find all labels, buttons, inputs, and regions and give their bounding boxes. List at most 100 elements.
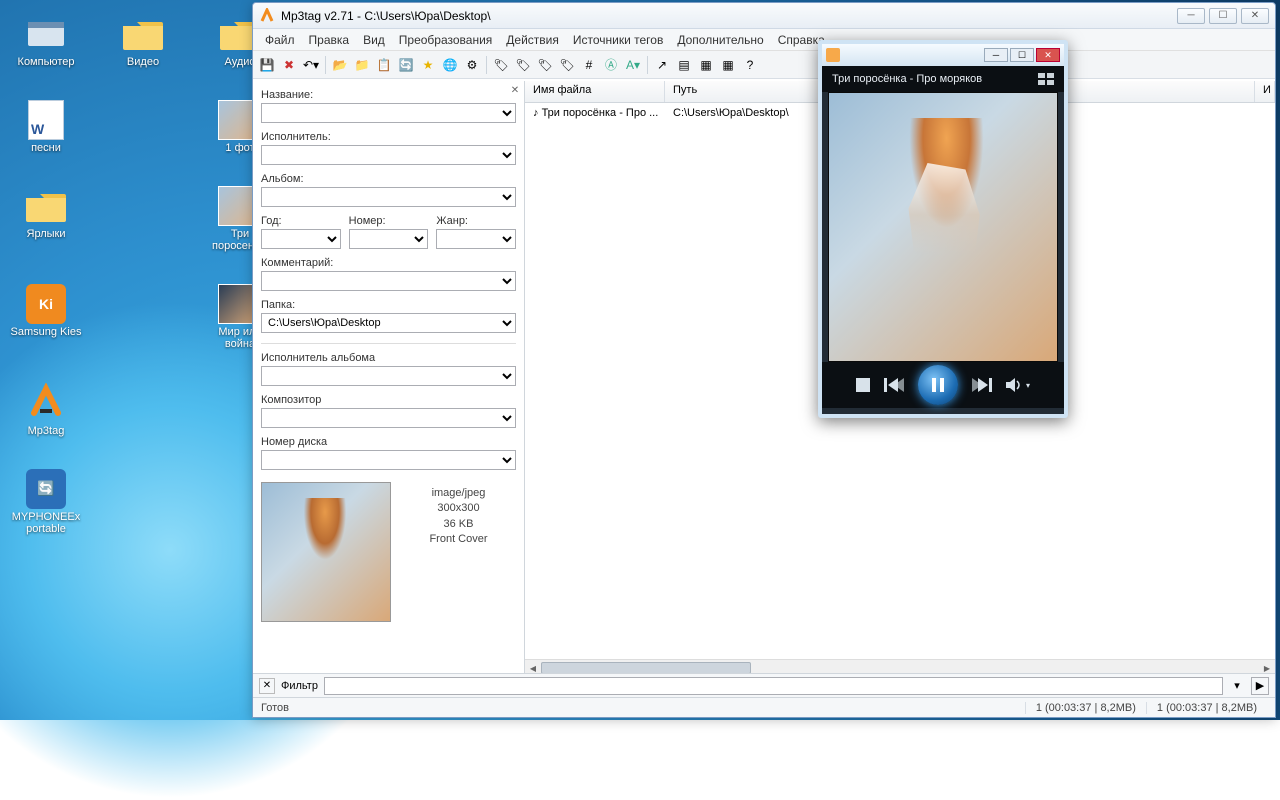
field-album-label: Альбом: xyxy=(261,173,516,185)
tb-file2tag-icon[interactable]: 🏷 xyxy=(513,55,533,75)
tb-text2tag-icon[interactable]: 🏷 xyxy=(557,55,577,75)
player-close-button[interactable]: ✕ xyxy=(1036,48,1060,62)
player-minimize-button[interactable]: ─ xyxy=(984,48,1008,62)
tb-undo-icon[interactable]: ↶▾ xyxy=(301,55,321,75)
player-stop-button[interactable] xyxy=(856,378,870,392)
tb-addfolder-icon[interactable]: 📁 xyxy=(352,55,372,75)
field-genre-input[interactable] xyxy=(436,229,516,249)
tb-openfolder-icon[interactable]: 📂 xyxy=(330,55,350,75)
media-player-window[interactable]: ─ ☐ ✕ Три поросёнка - Про моряков ▾ xyxy=(818,40,1068,418)
mp3tag-window: Mp3tag v2.71 - C:\Users\Юра\Desktop\ ─ ☐… xyxy=(252,2,1276,718)
filter-go-icon[interactable]: ▶ xyxy=(1251,677,1269,695)
music-note-icon: ♪ xyxy=(533,107,542,119)
desktop-icon-computer[interactable]: Компьютер xyxy=(10,14,82,68)
field-artist-label: Исполнитель: xyxy=(261,131,516,143)
filter-dropdown-icon[interactable]: ▾ xyxy=(1229,679,1245,692)
cover-meta: image/jpeg 300x300 36 KB Front Cover xyxy=(401,482,516,622)
tb-export-icon[interactable]: ↗ xyxy=(652,55,672,75)
tb-quickaction-icon[interactable]: A▾ xyxy=(623,55,643,75)
window-title: Mp3tag v2.71 - C:\Users\Юра\Desktop\ xyxy=(281,9,491,23)
status-ready: Готов xyxy=(261,702,289,714)
menu-tagsources[interactable]: Источники тегов xyxy=(567,31,669,49)
player-volume-button[interactable]: ▾ xyxy=(1006,378,1030,392)
filter-label: Фильтр xyxy=(281,680,318,692)
tb-playlist2-icon[interactable]: ▤ xyxy=(674,55,694,75)
tb-help-icon[interactable]: ? xyxy=(740,55,760,75)
field-track-label: Номер: xyxy=(349,215,429,227)
field-folder-input[interactable]: C:\Users\Юра\Desktop xyxy=(261,313,516,333)
player-titlebar[interactable]: ─ ☐ ✕ xyxy=(822,44,1064,66)
tag-panel: ✕ Название: Исполнитель: Альбом: Год: Но… xyxy=(253,81,525,675)
tb-refresh-icon[interactable]: 🔄 xyxy=(396,55,416,75)
menu-convert[interactable]: Преобразования xyxy=(393,31,499,49)
tb-save-icon[interactable]: 💾 xyxy=(257,55,277,75)
tb-copy-icon[interactable]: ▦ xyxy=(696,55,716,75)
field-folder-label: Папка: xyxy=(261,299,516,311)
field-genre-label: Жанр: xyxy=(436,215,516,227)
tb-tag2file-icon[interactable]: 🏷 xyxy=(491,55,511,75)
tb-favorite-icon[interactable]: ★ xyxy=(418,55,438,75)
label: Mp3tag xyxy=(28,425,65,437)
player-view-switch-icon[interactable] xyxy=(1038,73,1054,85)
field-title-input[interactable] xyxy=(261,103,516,123)
field-comment-label: Комментарий: xyxy=(261,257,516,269)
app-icon xyxy=(259,8,275,24)
menu-extras[interactable]: Дополнительно xyxy=(671,31,769,49)
titlebar[interactable]: Mp3tag v2.71 - C:\Users\Юра\Desktop\ ─ ☐… xyxy=(253,3,1275,29)
menu-edit[interactable]: Правка xyxy=(303,31,356,49)
col-i[interactable]: И xyxy=(1255,81,1275,102)
field-comment-input[interactable] xyxy=(261,271,516,291)
field-track-input[interactable] xyxy=(349,229,429,249)
field-albumartist-label: Исполнитель альбома xyxy=(261,352,516,364)
desktop-icon-video[interactable]: Видео xyxy=(107,14,179,68)
field-disc-label: Номер диска xyxy=(261,436,516,448)
filter-clear-icon[interactable]: ✕ xyxy=(259,678,275,694)
field-albumartist-input[interactable] xyxy=(261,366,516,386)
minimize-button[interactable]: ─ xyxy=(1177,8,1205,24)
desktop-icon-myphoneex[interactable]: 🔄MYPHONEEx portable xyxy=(10,469,82,535)
player-pause-button[interactable] xyxy=(918,365,958,405)
col-filename[interactable]: Имя файла xyxy=(525,81,665,102)
field-year-input[interactable] xyxy=(261,229,341,249)
tb-actions-icon[interactable]: Ⓐ xyxy=(601,55,621,75)
menu-view[interactable]: Вид xyxy=(357,31,391,49)
close-button[interactable]: ✕ xyxy=(1241,8,1269,24)
player-next-button[interactable] xyxy=(972,378,992,392)
label: MYPHONEEx portable xyxy=(10,511,82,535)
field-composer-label: Композитор xyxy=(261,394,516,406)
tb-settings-icon[interactable]: ⚙ xyxy=(462,55,482,75)
field-artist-input[interactable] xyxy=(261,145,516,165)
cover-art[interactable] xyxy=(261,482,391,622)
menu-actions[interactable]: Действия xyxy=(500,31,565,49)
label: Видео xyxy=(127,56,159,68)
label: Аудио xyxy=(224,56,255,68)
label: Ярлыки xyxy=(27,228,66,240)
field-composer-input[interactable] xyxy=(261,408,516,428)
player-maximize-button[interactable]: ☐ xyxy=(1010,48,1034,62)
field-album-input[interactable] xyxy=(261,187,516,207)
tb-tag2tag-icon[interactable]: 🏷 xyxy=(535,55,555,75)
tb-globe-icon[interactable]: 🌐 xyxy=(440,55,460,75)
desktop-icon-shortcuts[interactable]: Ярлыки xyxy=(10,186,82,252)
menu-file[interactable]: Файл xyxy=(259,31,301,49)
player-prev-button[interactable] xyxy=(884,378,904,392)
player-track-title: Три поросёнка - Про моряков xyxy=(832,73,982,85)
label: 1 фот xyxy=(225,142,254,154)
desktop-icon-samsung-kies[interactable]: KiSamsung Kies xyxy=(10,284,82,350)
status-bar: Готов 1 (00:03:37 | 8,2MB) 1 (00:03:37 |… xyxy=(253,697,1275,717)
tb-playlist-icon[interactable]: 📋 xyxy=(374,55,394,75)
toolbar: 💾 ✖ ↶▾ 📂 📁 📋 🔄 ★ 🌐 ⚙ 🏷 🏷 🏷 🏷 # Ⓐ A▾ ↗ ▤ … xyxy=(253,51,1275,79)
player-app-icon xyxy=(826,48,840,62)
filter-input[interactable] xyxy=(324,677,1223,695)
label: Компьютер xyxy=(18,56,75,68)
tb-delete-icon[interactable]: ✖ xyxy=(279,55,299,75)
desktop-icon-mp3tag[interactable]: Mp3tag xyxy=(10,383,82,437)
desktop-icon-songs[interactable]: песни xyxy=(10,100,82,154)
filter-bar: ✕ Фильтр ▾ ▶ xyxy=(253,673,1275,697)
player-track-info: Три поросёнка - Про моряков xyxy=(822,66,1064,92)
panel-close-icon[interactable]: ✕ xyxy=(508,83,522,97)
maximize-button[interactable]: ☐ xyxy=(1209,8,1237,24)
tb-paste-icon[interactable]: ▦ xyxy=(718,55,738,75)
field-disc-input[interactable] xyxy=(261,450,516,470)
tb-number-icon[interactable]: # xyxy=(579,55,599,75)
